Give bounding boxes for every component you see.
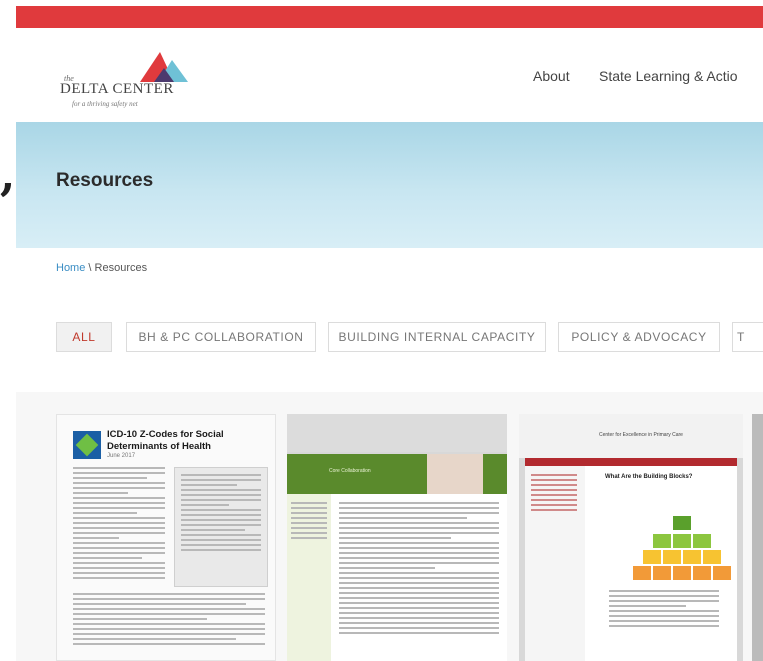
top-red-bar xyxy=(16,6,763,28)
block-top xyxy=(673,516,691,530)
tab-policy-advocacy[interactable]: POLICY & ADVOCACY xyxy=(558,322,720,352)
block xyxy=(713,566,731,580)
block xyxy=(653,566,671,580)
delta-center-logo[interactable]: the DELTA CENTER for a thriving safety n… xyxy=(58,48,198,120)
breadcrumb: Home \ Resources xyxy=(56,262,147,274)
block xyxy=(643,550,661,564)
document-footer-text xyxy=(73,593,265,648)
resource-card-building-blocks[interactable]: Center for Excellence in Primary Care Wh… xyxy=(519,414,743,661)
document-logo-icon xyxy=(73,431,101,459)
thumbnail-sidebar xyxy=(525,466,585,661)
resource-card-core-collaboration[interactable]: Core Collaboration xyxy=(287,414,507,661)
thumbnail-banner-label: Core Collaboration xyxy=(329,468,371,474)
resource-card-icd10[interactable]: ICD-10 Z-Codes for Social Determinants o… xyxy=(56,414,276,661)
breadcrumb-separator: \ xyxy=(85,262,95,274)
thumbnail-photo xyxy=(427,454,483,494)
block xyxy=(693,534,711,548)
thumbnail-body-text xyxy=(609,590,719,630)
thumbnail-header xyxy=(287,414,507,452)
breadcrumb-current: Resources xyxy=(94,262,148,274)
block xyxy=(653,534,671,548)
thumbnail-header: Center for Excellence in Primary Care xyxy=(519,414,743,458)
tab-all[interactable]: ALL xyxy=(56,322,112,352)
block xyxy=(633,566,651,580)
block xyxy=(683,550,701,564)
quote-glyph: , xyxy=(0,150,16,201)
thumbnail-header-title: Center for Excellence in Primary Care xyxy=(599,432,683,438)
thumbnail-nav xyxy=(525,458,737,466)
tab-bh-pc-collaboration[interactable]: BH & PC COLLABORATION xyxy=(126,322,316,352)
document-text-column xyxy=(73,467,165,582)
delta-triangle-icon xyxy=(140,52,188,82)
block xyxy=(693,566,711,580)
thumbnail-sidebar xyxy=(287,494,331,661)
logo-tagline: for a thriving safety net xyxy=(72,100,138,108)
thumbnail-body xyxy=(331,494,507,661)
block xyxy=(673,534,691,548)
card-title: ICD-10 Z-Codes for Social Determinants o… xyxy=(107,429,224,452)
logo-name: DELTA CENTER xyxy=(60,81,174,97)
resource-card-partial[interactable] xyxy=(752,414,763,661)
document-sidebar-box xyxy=(174,467,268,587)
thumbnail-subtitle: What Are the Building Blocks? xyxy=(605,474,693,480)
tab-truncated[interactable]: T xyxy=(732,322,763,352)
breadcrumb-home-link[interactable]: Home xyxy=(56,262,85,274)
nav-about-link[interactable]: About xyxy=(533,68,570,84)
block xyxy=(703,550,721,564)
tab-building-internal-capacity[interactable]: BUILDING INTERNAL CAPACITY xyxy=(328,322,546,352)
page-title: Resources xyxy=(56,170,154,191)
card-date: June 2017 xyxy=(107,453,136,459)
block xyxy=(663,550,681,564)
block xyxy=(673,566,691,580)
nav-state-learning-link[interactable]: State Learning & Actio xyxy=(599,68,738,84)
